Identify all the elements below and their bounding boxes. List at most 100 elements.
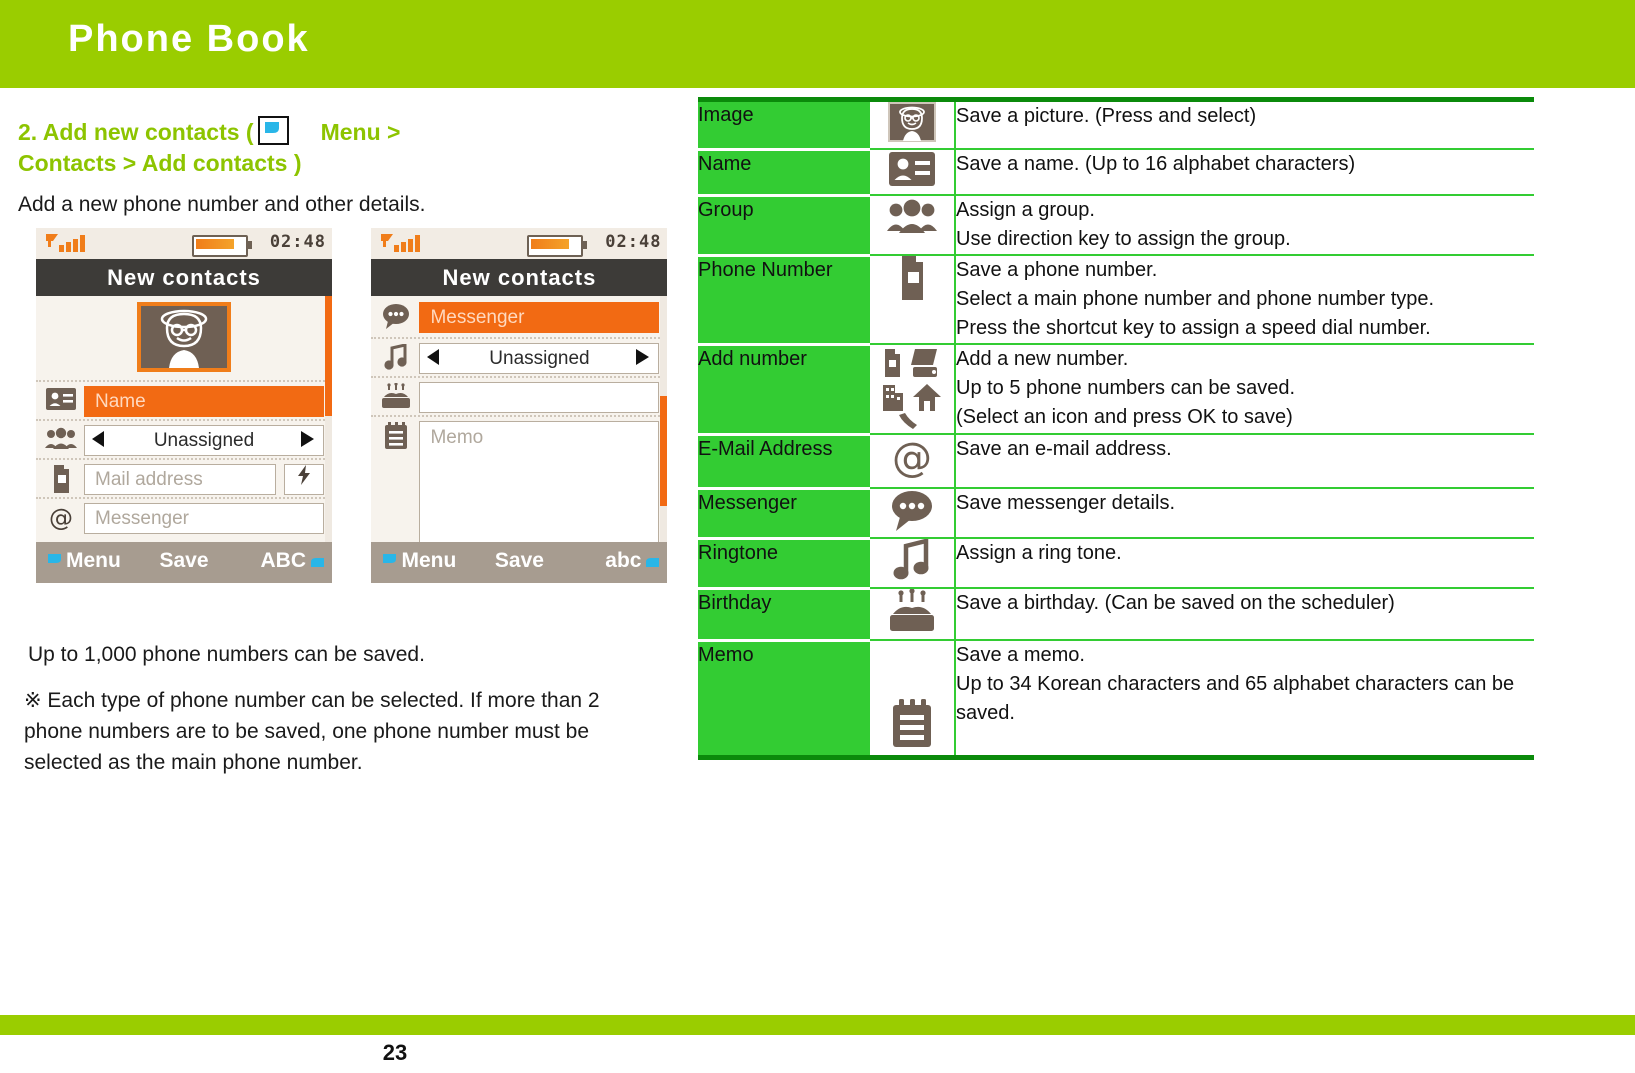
desc-line: Save a phone number. — [956, 259, 1158, 281]
desc-line: Up to 5 phone numbers can be saved. — [956, 377, 1296, 399]
row-desc: Save a picture. (Press and select) — [955, 99, 1534, 150]
row-desc: Save messenger details. — [955, 488, 1534, 539]
page-header: Phone Book — [0, 0, 1635, 88]
softkey-center-2[interactable]: Save — [495, 549, 544, 573]
softkey-left-2[interactable]: Menu — [401, 549, 456, 573]
desc-line: Save an e-mail address. — [956, 438, 1172, 460]
row-icon-cell — [870, 344, 956, 435]
row-icon-cell — [870, 255, 956, 345]
mobile-phone-icon — [44, 465, 78, 495]
music-note-icon — [892, 538, 932, 586]
table-row: Ringtone Assign a ring tone. — [698, 538, 1534, 590]
section-heading-part3: Contacts > Add contacts ) — [18, 150, 302, 176]
desc-line: Add a new number. — [956, 348, 1129, 370]
field-ringtone-2[interactable]: Unassigned — [371, 337, 668, 378]
softkey-left-1[interactable]: Menu — [66, 549, 121, 573]
scroll-thumb[interactable] — [325, 296, 332, 416]
mail-address-input[interactable]: Mail address — [84, 464, 276, 495]
number-types-icon — [875, 345, 949, 433]
field-messenger[interactable]: @ Messenger — [36, 497, 332, 538]
softkey-bar-1: Menu Save ABC — [36, 542, 332, 583]
status-bar: 02:48 — [36, 228, 332, 259]
softkey-right-marker-icon — [311, 549, 324, 567]
messenger-bubble-icon — [379, 303, 413, 333]
row-label: Birthday — [698, 588, 870, 642]
table-row: E-Mail Address @ Save an e-mail address. — [698, 434, 1534, 490]
desc-line: Use direction key to assign the group. — [956, 228, 1291, 250]
softkey-right-2[interactable]: abc — [605, 549, 641, 573]
group-stepper[interactable]: Unassigned — [84, 425, 324, 456]
desc-line: Press the shortcut key to assign a speed… — [956, 317, 1431, 339]
name-card-icon — [44, 387, 78, 417]
table-row: Phone Number Save a phone number. Select… — [698, 255, 1534, 346]
table-row: Add number Add a new number. Up to 5 pho… — [698, 344, 1534, 436]
avatar-photo-icon — [137, 302, 231, 372]
group-people-icon — [886, 199, 938, 241]
memo-input-2[interactable]: Memo — [419, 421, 660, 546]
field-messenger-2[interactable]: Messenger — [371, 298, 667, 337]
row-label: Add number — [698, 344, 870, 436]
field-name[interactable]: Name — [36, 380, 332, 421]
section-heading: 2. Add new contacts ( Menu > Contacts > … — [18, 116, 658, 179]
music-note-icon — [379, 343, 413, 374]
birthday-input-2[interactable] — [419, 382, 660, 413]
row-icon-cell — [870, 488, 956, 539]
spec-table: Image Save a picture. (Press and select)… — [698, 97, 1534, 760]
spec-table-wrapper: Image Save a picture. (Press and select)… — [698, 97, 1534, 760]
desc-line: Save a name. (Up to 16 alphabet characte… — [956, 153, 1356, 175]
spec-table-body: Image Save a picture. (Press and select)… — [698, 99, 1534, 758]
ringtone-stepper-2[interactable]: Unassigned — [419, 343, 660, 374]
desc-line: Save a birthday. (Can be saved on the sc… — [956, 592, 1395, 614]
scrollbar-2[interactable] — [660, 296, 668, 542]
row-icon-cell — [870, 149, 956, 196]
field-group[interactable]: Unassigned — [36, 419, 332, 460]
signal-bars-icon — [46, 233, 90, 258]
phone-screen-1: 02:48 New contacts Name Unassigned Mail … — [36, 228, 332, 583]
scroll-thumb[interactable] — [660, 396, 668, 506]
birthday-cake-icon — [887, 588, 937, 638]
softkey-left-marker-icon — [48, 549, 61, 563]
phone-screenshots: 02:48 New contacts Name Unassigned Mail … — [36, 228, 668, 583]
softkey-right-1[interactable]: ABC — [261, 549, 307, 573]
row-label: Image — [698, 99, 870, 151]
chevron-right-icon[interactable] — [301, 431, 314, 452]
screen-title-2: New contacts — [371, 259, 668, 296]
chevron-left-icon[interactable] — [427, 349, 440, 370]
name-card-icon — [888, 152, 936, 193]
softkey-center-1[interactable]: Save — [159, 549, 208, 573]
row-icon-cell — [870, 588, 956, 641]
table-row: Messenger Save messenger details. — [698, 488, 1534, 540]
desc-line: Save a picture. (Press and select) — [956, 105, 1257, 127]
row-label: Group — [698, 195, 870, 257]
battery-icon — [527, 235, 588, 257]
row-label: Messenger — [698, 488, 870, 540]
page-title: Phone Book — [68, 18, 310, 60]
row-desc: Save an e-mail address. — [955, 434, 1534, 489]
softkey-bar-2: Menu Save abc — [371, 542, 668, 583]
table-row: Birthday Save a birthday. (Can be saved … — [698, 588, 1534, 642]
battery-icon — [192, 235, 252, 257]
svg-text:@: @ — [892, 435, 932, 481]
softkey-left-marker-icon — [383, 549, 397, 563]
table-row: Memo Save a memo. Up to 34 Korean charac… — [698, 640, 1534, 758]
status-bar-2: 02:48 — [371, 228, 668, 259]
field-mail-address[interactable]: Mail address — [36, 458, 332, 499]
screen-body-2: Messenger Unassigned Memo — [371, 296, 668, 546]
desc-line: Save a memo. — [956, 644, 1085, 666]
bolt-icon[interactable] — [284, 464, 324, 495]
row-icon-cell: @ — [870, 434, 956, 489]
messenger-input-2[interactable]: Messenger — [419, 302, 660, 333]
scrollbar-1[interactable] — [325, 296, 332, 542]
field-birthday-2[interactable] — [371, 376, 668, 417]
field-memo-2[interactable]: Memo — [371, 415, 668, 552]
table-row: Name Save a name. (Up to 16 alphabet cha… — [698, 149, 1534, 197]
desc-line: Select a main phone number and phone num… — [956, 288, 1435, 310]
group-people-icon — [44, 426, 78, 456]
name-input[interactable]: Name — [84, 386, 324, 417]
chevron-left-icon[interactable] — [92, 431, 105, 452]
row-icon-cell — [870, 640, 956, 758]
chevron-right-icon[interactable] — [636, 349, 650, 370]
section-heading-part1: 2. Add new contacts ( — [18, 119, 254, 145]
avatar-area[interactable] — [36, 300, 332, 378]
messenger-input[interactable]: Messenger — [84, 503, 324, 534]
